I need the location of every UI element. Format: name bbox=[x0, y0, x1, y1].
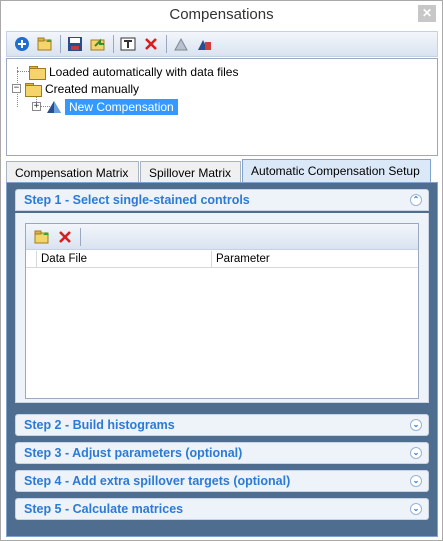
tree-item-label: New Compensation bbox=[65, 98, 178, 115]
folder-icon bbox=[25, 82, 42, 97]
collapse-toggle[interactable]: − bbox=[12, 84, 21, 93]
step-label: Step 3 - Adjust parameters (optional) bbox=[24, 446, 243, 460]
tree-item-new-compensation[interactable]: + New Compensation bbox=[32, 98, 178, 115]
close-button[interactable]: ✕ bbox=[418, 5, 436, 22]
toolbar-separator bbox=[166, 35, 167, 53]
step-1-header[interactable]: Step 1 - Select single-stained controls … bbox=[15, 189, 429, 211]
toolbar-separator bbox=[113, 35, 114, 53]
remove-file-icon[interactable] bbox=[54, 226, 76, 248]
tree-item-created[interactable]: − Created manually bbox=[12, 80, 139, 97]
step-4-header[interactable]: Step 4 - Add extra spillover targets (op… bbox=[15, 470, 429, 492]
title-bar: Compensations ✕ bbox=[1, 1, 442, 30]
add-file-icon[interactable] bbox=[31, 226, 53, 248]
save-icon[interactable] bbox=[64, 33, 86, 55]
column-divider bbox=[211, 251, 212, 268]
tab-automatic-compensation-setup[interactable]: Automatic Compensation Setup bbox=[242, 159, 431, 183]
paste-icon[interactable] bbox=[193, 33, 215, 55]
tree-item-loaded[interactable]: Loaded automatically with data files bbox=[29, 63, 238, 80]
step-3-header[interactable]: Step 3 - Adjust parameters (optional) ⌄ bbox=[15, 442, 429, 464]
grid-header: Data File Parameter bbox=[26, 251, 418, 268]
tab-spillover-matrix[interactable]: Spillover Matrix bbox=[140, 161, 241, 183]
compensation-tree: Loaded automatically with data files − C… bbox=[6, 58, 438, 156]
open-folder-icon[interactable] bbox=[34, 33, 56, 55]
chevron-up-icon[interactable]: ⌃ bbox=[410, 194, 422, 206]
step-1-body: Data File Parameter bbox=[15, 213, 429, 403]
column-header-parameter[interactable]: Parameter bbox=[216, 253, 270, 265]
chevron-down-icon[interactable]: ⌄ bbox=[410, 447, 422, 459]
window-title: Compensations bbox=[169, 6, 274, 23]
step-label: Step 5 - Calculate matrices bbox=[24, 502, 184, 516]
main-toolbar bbox=[6, 31, 438, 57]
column-header-data-file[interactable]: Data File bbox=[41, 253, 87, 265]
step-label: Step 2 - Build histograms bbox=[24, 418, 175, 432]
folder-icon bbox=[29, 65, 46, 80]
add-icon[interactable] bbox=[11, 33, 33, 55]
controls-toolbar bbox=[26, 224, 418, 250]
export-icon[interactable] bbox=[87, 33, 109, 55]
expand-toggle[interactable]: + bbox=[32, 102, 41, 111]
tree-connector bbox=[17, 71, 29, 72]
tree-item-label: Created manually bbox=[45, 81, 140, 96]
step-5-header[interactable]: Step 5 - Calculate matrices ⌄ bbox=[15, 498, 429, 520]
compensation-icon bbox=[47, 100, 61, 113]
step-label: Step 4 - Add extra spillover targets (op… bbox=[24, 474, 291, 488]
tab-strip: Compensation Matrix Spillover Matrix Aut… bbox=[6, 159, 438, 183]
chevron-down-icon[interactable]: ⌄ bbox=[410, 475, 422, 487]
toolbar-separator bbox=[80, 227, 81, 246]
controls-grid: Data File Parameter bbox=[25, 223, 419, 399]
toolbar-separator bbox=[60, 35, 61, 53]
chevron-down-icon[interactable]: ⌄ bbox=[410, 503, 422, 515]
chevron-down-icon[interactable]: ⌄ bbox=[410, 419, 422, 431]
tree-item-label: Loaded automatically with data files bbox=[49, 64, 239, 79]
delete-icon[interactable] bbox=[140, 33, 162, 55]
copy-icon[interactable] bbox=[170, 33, 192, 55]
automatic-setup-panel: Step 1 - Select single-stained controls … bbox=[6, 182, 438, 537]
compensations-window: Compensations ✕ Loaded automatically wit… bbox=[0, 0, 443, 541]
column-divider bbox=[36, 251, 37, 268]
step-2-header[interactable]: Step 2 - Build histograms ⌄ bbox=[15, 414, 429, 436]
rename-icon[interactable] bbox=[117, 33, 139, 55]
tab-compensation-matrix[interactable]: Compensation Matrix bbox=[6, 161, 139, 183]
step-label: Step 1 - Select single-stained controls bbox=[24, 193, 250, 207]
